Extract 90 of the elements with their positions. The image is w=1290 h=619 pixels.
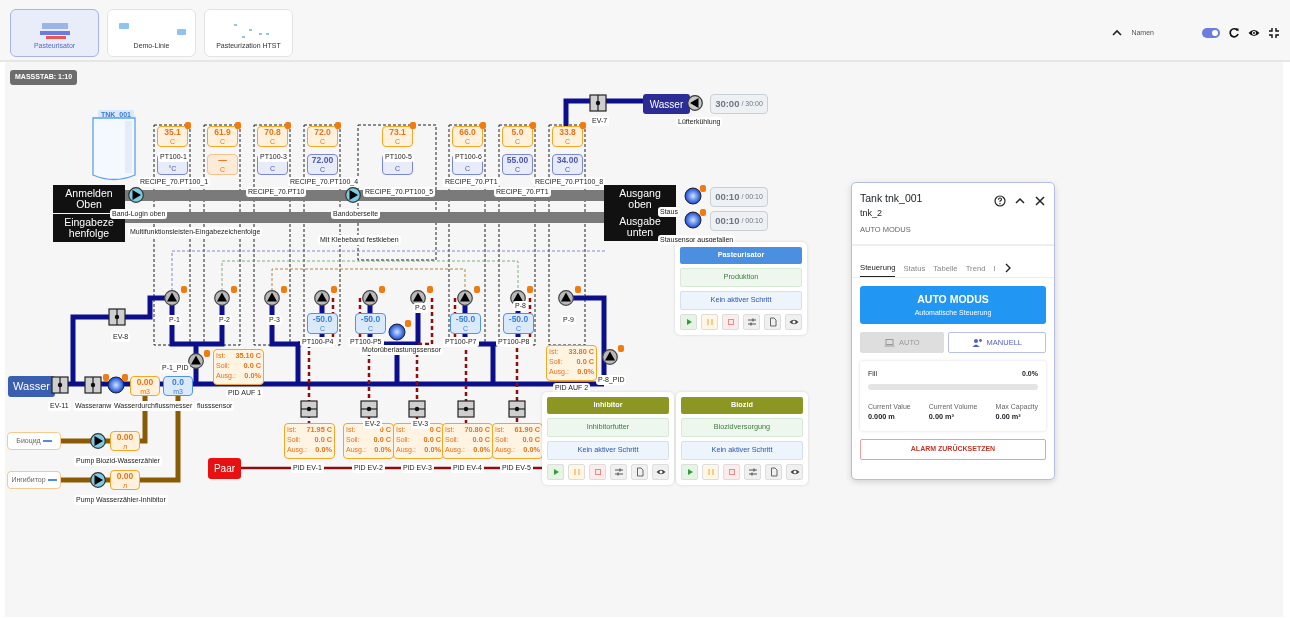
eye-button[interactable] [652, 463, 669, 480]
pump-icon[interactable] [90, 472, 106, 488]
pump-icon[interactable] [457, 290, 473, 306]
sliders-icon [747, 466, 758, 477]
play-button[interactable] [681, 463, 698, 480]
pump-icon[interactable] [602, 349, 618, 365]
valve-icon[interactable] [508, 400, 526, 418]
pump-icon[interactable] [314, 290, 330, 306]
play-button[interactable] [547, 463, 564, 480]
pair-source: Paar [208, 458, 241, 479]
alarm-icon [331, 286, 337, 293]
pause-icon [704, 316, 715, 327]
document-icon [768, 466, 779, 477]
alarm-icon [530, 122, 536, 129]
banner-title: AUTO MODUS [917, 291, 989, 307]
alarm-icon [185, 122, 191, 129]
alarm-icon [700, 185, 706, 192]
pump-icon[interactable] [188, 353, 204, 369]
valve-icon[interactable] [408, 400, 426, 418]
stop-icon [592, 466, 603, 477]
pump-icon[interactable] [558, 290, 574, 306]
pump-icon[interactable] [164, 290, 180, 306]
sensor-icon [684, 187, 702, 205]
eye-button[interactable] [785, 313, 802, 330]
alarm-icon [235, 122, 241, 129]
alarm-icon [575, 286, 581, 293]
chevron-right-icon[interactable] [1003, 263, 1012, 274]
alarm-icon [181, 286, 187, 293]
valve-icon[interactable] [457, 400, 475, 418]
valve-icon[interactable] [84, 376, 102, 394]
sensor-icon [388, 323, 406, 341]
alarm-icon [231, 286, 237, 293]
alarm-icon [122, 374, 128, 381]
pump-icon[interactable] [345, 187, 361, 203]
panel-subtitle: tnk_2 [860, 206, 884, 220]
users-icon [971, 338, 983, 348]
valve-icon[interactable] [51, 376, 69, 394]
alarm-icon [103, 374, 109, 381]
pump-icon[interactable] [128, 187, 144, 203]
alarm-icon [405, 320, 411, 327]
play-button[interactable] [680, 313, 697, 330]
alarm-icon [527, 286, 533, 293]
alarm-icon [618, 345, 624, 352]
sliders-button[interactable] [744, 463, 761, 480]
alarm-icon [410, 122, 416, 129]
panel-title: Tank tnk_001 [860, 191, 923, 206]
alarm-icon [427, 286, 433, 293]
pause-icon [571, 466, 582, 477]
sliders-icon [613, 466, 624, 477]
alarm-icon [285, 122, 291, 129]
document-icon [634, 466, 645, 477]
stop-icon [725, 316, 736, 327]
pump-icon[interactable] [362, 290, 378, 306]
sliders-button[interactable] [743, 313, 760, 330]
alarm-icon [700, 209, 706, 216]
alarm-icon [580, 122, 586, 129]
document-button[interactable] [631, 463, 648, 480]
water-source: Wasser [643, 94, 690, 114]
alarm-icon [335, 122, 341, 129]
water-source: Wasser [8, 376, 55, 397]
valve-icon[interactable] [108, 308, 126, 326]
fullscreen-exit-icon[interactable] [1268, 27, 1280, 39]
alarm-icon [474, 286, 480, 293]
sensor-icon [684, 211, 702, 229]
sensor-icon [107, 376, 125, 394]
pump-icon[interactable] [264, 290, 280, 306]
pump-icon[interactable] [687, 95, 703, 111]
pump-icon[interactable] [214, 290, 230, 306]
document-button[interactable] [764, 313, 781, 330]
refresh-icon[interactable] [1228, 27, 1240, 39]
stop-icon [726, 466, 737, 477]
document-icon [767, 316, 778, 327]
sliders-button[interactable] [610, 463, 627, 480]
pump-icon[interactable] [90, 433, 106, 449]
close-icon[interactable] [1034, 195, 1046, 207]
pause-icon [705, 466, 716, 477]
laptop-icon [883, 338, 895, 347]
help-icon[interactable] [994, 195, 1006, 207]
valve-icon[interactable] [360, 400, 378, 418]
valve-icon[interactable] [589, 94, 607, 112]
names-toggle[interactable] [1202, 28, 1220, 38]
alarm-icon [281, 286, 287, 293]
alarm-icon [480, 122, 486, 129]
alarm-icon [379, 286, 385, 293]
alarm-icon [204, 350, 210, 357]
eye-icon[interactable] [1248, 27, 1260, 39]
eye-button[interactable] [786, 463, 803, 480]
document-button[interactable] [765, 463, 782, 480]
sliders-icon [746, 316, 757, 327]
valve-icon[interactable] [300, 400, 318, 418]
